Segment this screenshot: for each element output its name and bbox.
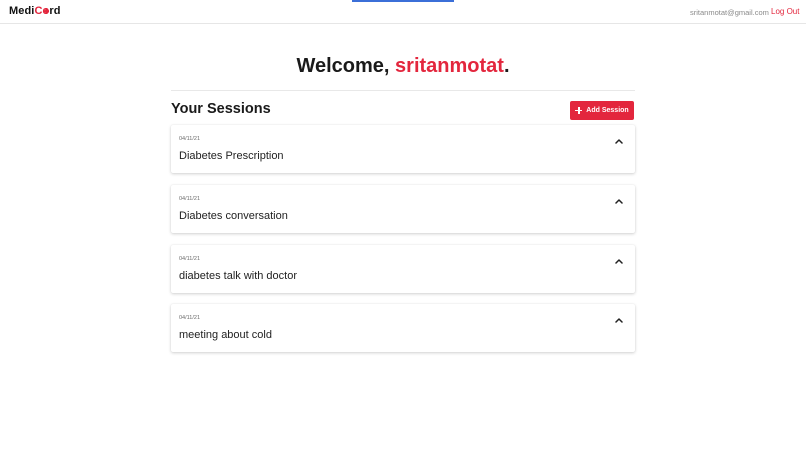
medicord-logo[interactable]: MediCord (9, 5, 61, 17)
section-divider (171, 90, 635, 91)
session-title: Diabetes Prescription (179, 150, 284, 162)
logo-cross-icon: o (42, 5, 50, 17)
welcome-username: sritanmotat (395, 55, 504, 77)
session-card[interactable]: 04/11/21 Diabetes Prescription (171, 125, 635, 173)
session-date: 04/11/21 (179, 196, 201, 202)
welcome-suffix: . (503, 55, 510, 77)
user-email: sritanmotat@gmail.com (690, 8, 769, 17)
logout-link[interactable]: Log Out (771, 7, 799, 16)
welcome-prefix: Welcome, (296, 55, 396, 77)
add-session-label: Add Session (586, 107, 629, 114)
add-session-button[interactable]: Add Session (570, 101, 634, 120)
chevron-up-icon[interactable] (613, 135, 625, 147)
session-date: 04/11/21 (179, 315, 201, 321)
session-card[interactable]: 04/11/21 Diabetes conversation (171, 185, 635, 233)
session-title: meeting about cold (179, 329, 272, 341)
session-title: diabetes talk with doctor (179, 270, 298, 282)
chevron-up-icon[interactable] (613, 195, 625, 207)
plus-icon (575, 107, 583, 114)
welcome-heading: Welcome, sritanmotat. (0, 55, 806, 78)
chevron-up-icon[interactable] (613, 255, 625, 267)
session-date: 04/11/21 (179, 256, 201, 262)
top-nav-bar: MediCord sritanmotat@gmail.com Log Out (0, 0, 806, 24)
chevron-up-icon[interactable] (613, 314, 625, 326)
session-title: Diabetes conversation (179, 210, 288, 222)
loading-indicator (352, 0, 454, 2)
session-date: 04/11/21 (179, 136, 201, 142)
sessions-heading: Your Sessions (171, 101, 271, 117)
session-card[interactable]: 04/11/21 diabetes talk with doctor (171, 245, 635, 293)
session-card[interactable]: 04/11/21 meeting about cold (171, 304, 635, 352)
